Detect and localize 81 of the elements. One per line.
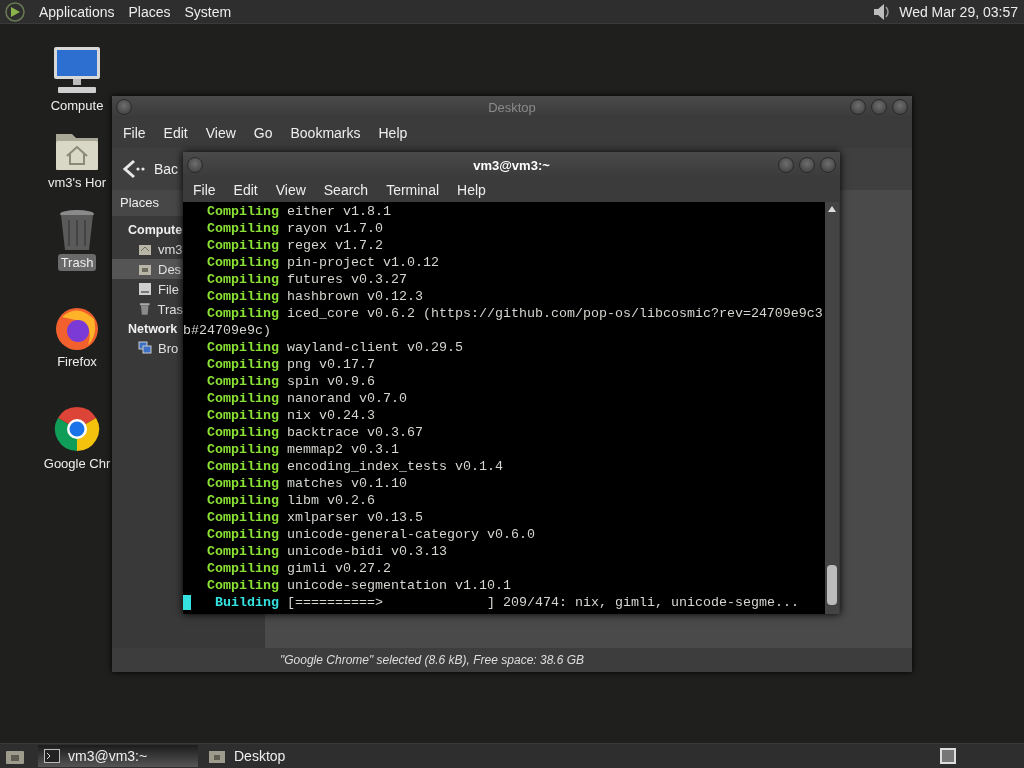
terminal-line: Compiling gimli v0.27.2 [206,560,391,577]
desktop-icon-label[interactable]: Trash [57,254,97,271]
sidebar-item[interactable]: Bro [112,338,183,358]
terminal-line: Compiling matches v0.1.10 [206,475,407,492]
maximize-button[interactable] [799,157,815,173]
terminal-line: Compiling wayland-client v0.29.5 [206,339,463,356]
desktop-icon-label[interactable]: Firefox [54,353,100,370]
menu-item[interactable]: View [266,182,315,198]
flame-ball-icon[interactable] [54,305,100,351]
desktop-icon-label[interactable]: vm3's Hor [44,174,110,191]
terminal-line: Compiling spin v0.9.6 [206,373,375,390]
menu-item[interactable]: Help [369,125,417,141]
terminal-line: Compiling unicode-bidi v0.3.13 [206,543,447,560]
menu-item[interactable]: Edit [224,182,267,198]
terminal-line: Compiling unicode-general-category v0.6.0 [206,526,535,543]
menu-item[interactable]: View [196,125,245,141]
close-button[interactable] [820,157,836,173]
sidebar-item[interactable]: vm3 [112,239,183,259]
window-title: vm3@vm3:~ [472,157,551,173]
terminal-line: Compiling backtrace v0.3.67 [206,424,423,441]
terminal-line: Compiling futures v0.3.27 [206,271,407,288]
status-text: "Google Chrome" selected (8.6 kB), Free space: 38.6 GB [280,653,584,667]
menu-item[interactable]: File [114,125,155,141]
terminal-line: Compiling rayon v1.7.0 [206,220,383,237]
network-icon [138,341,152,355]
drive-icon [138,282,152,296]
terminal-line: Compiling libm v0.2.6 [206,492,375,509]
window-title: Desktop [487,99,537,115]
places-dropdown[interactable]: Places [112,190,183,216]
minimize-button[interactable] [778,157,794,173]
menu-item[interactable]: Edit [154,125,197,141]
menu-item[interactable]: Terminal [377,182,449,198]
terminal-line: Compiling nix v0.24.3 [206,407,375,424]
window-menu-button[interactable] [187,157,203,173]
terminal-line: Compiling iced_core v0.6.2 (https://github.com/pop-os/libcosmic?rev=24709e9c3 [206,305,823,322]
menu-item[interactable]: Help [448,182,495,198]
panel-menu[interactable]: Places [121,3,178,20]
desktop-icon-label[interactable]: Google Chr [40,455,114,472]
sidebar-item[interactable]: Des [112,259,183,279]
back-arrow-icon [122,159,146,179]
terminal-line: b#24709e9c) [183,322,271,339]
monitor-icon[interactable] [52,45,102,95]
segmented-ring-icon[interactable] [53,405,101,453]
task-button[interactable]: vm3@vm3:~ [38,745,198,767]
menu-item[interactable]: Bookmarks [281,125,370,141]
folder-icon [208,749,226,763]
task-button[interactable]: Desktop [202,745,362,767]
sidebar-heading: Compute [128,223,183,237]
desktop-icon-label[interactable]: Compute [47,97,107,114]
terminal-line: Compiling encoding_index_tests v0.1.4 [206,458,503,475]
sidebar-heading: Network [128,322,178,336]
folder-icon [138,262,152,276]
back-button[interactable]: Bac [118,157,183,181]
scrollbar[interactable] [825,202,839,614]
sidebar-item[interactable]: Tras [112,299,183,319]
terminal-line: Compiling regex v1.7.2 [206,237,383,254]
sidebar-item[interactable]: File [112,279,183,299]
terminal-line: Compiling pin-project v1.0.12 [206,254,439,271]
trash-icon [138,302,152,316]
workspace-switcher[interactable] [940,748,956,764]
terminal-line: Building [==========> ] 209/474: nix, gimli, unicode-segme... [214,594,799,611]
terminal-line: Compiling memmap2 v0.3.1 [206,441,399,458]
scrollbar-thumb[interactable] [827,565,837,605]
terminal-line: Compiling unicode-segmentation v1.10.1 [206,577,511,594]
terminal-line: Compiling hashbrown v0.12.3 [206,288,423,305]
panel-menu[interactable]: System [177,3,239,20]
clock[interactable]: Wed Mar 29, 03:57 [899,3,1020,20]
menu-item[interactable]: Go [244,125,282,141]
trash-icon[interactable] [58,208,96,252]
cursor-block [183,595,191,610]
panel-menu[interactable]: Applications [32,3,122,20]
menu-item[interactable]: File [184,182,225,198]
terminal-line: Compiling xmlparser v0.13.5 [206,509,423,526]
scroll-up-icon[interactable] [827,205,837,213]
logo-icon[interactable] [4,0,26,23]
terminal-line: Compiling png v0.17.7 [206,356,375,373]
terminal-icon [44,749,60,763]
terminal-line: Compiling nanorand v0.7.0 [206,390,407,407]
terminal-line: Compiling either v1.8.1 [206,203,391,220]
menu-item[interactable]: Search [314,182,378,198]
home-icon [138,242,152,256]
